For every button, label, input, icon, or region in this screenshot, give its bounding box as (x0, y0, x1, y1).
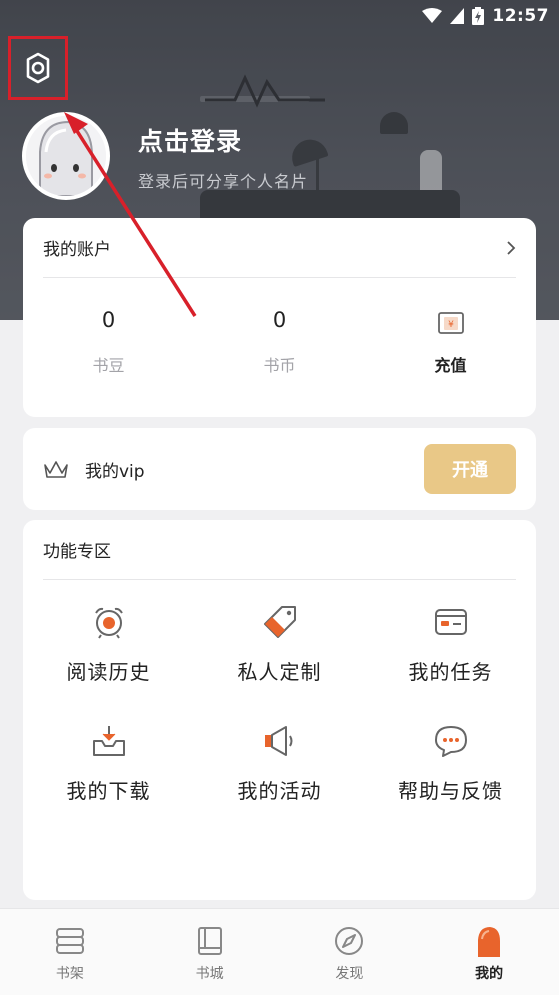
feature-label: 帮助与反馈 (398, 779, 503, 803)
signal-icon (450, 8, 465, 24)
stat-value: 0 (101, 308, 116, 332)
wallet-icon (434, 609, 467, 635)
features-title: 功能专区 (43, 542, 111, 562)
tag-icon (263, 606, 296, 638)
nav-discover[interactable]: 发现 (280, 909, 420, 995)
alarm-clock-icon (94, 607, 123, 639)
ghost-icon (478, 927, 501, 957)
feature-activities[interactable]: 我的活动 (194, 721, 365, 804)
recharge-icon: ¥ (437, 312, 464, 334)
feature-label: 阅读历史 (66, 660, 151, 684)
open-vip-button[interactable]: 开通 (424, 444, 516, 494)
avatar[interactable] (22, 112, 110, 200)
download-tray-icon (92, 726, 125, 756)
stat-shudou[interactable]: 0 书豆 (23, 308, 194, 376)
wifi-icon (422, 8, 443, 23)
feature-custom[interactable]: 私人定制 (194, 602, 365, 685)
stat-label: 书豆 (92, 356, 125, 375)
status-bar: 12:57 (0, 0, 559, 32)
chat-bubble-icon (434, 726, 467, 757)
gear-icon (26, 52, 50, 84)
feature-downloads[interactable]: 我的下载 (23, 721, 194, 804)
recharge-button[interactable]: ¥ 充值 (365, 308, 536, 376)
crown-icon (44, 461, 68, 478)
nav-mine[interactable]: 我的 (419, 909, 559, 995)
login-subtitle: 登录后可分享个人名片 (138, 172, 309, 191)
ghost-avatar-icon (26, 116, 106, 196)
features-card: 功能专区 阅读历史 私人定制 我的任务 我的下载 我的活动 帮助与反馈 (23, 520, 536, 900)
nav-label: 书城 (195, 966, 224, 982)
vip-card: 我的vip 开通 (23, 428, 536, 510)
bookshelf-icon (55, 928, 84, 954)
megaphone-icon (264, 726, 292, 756)
vip-label: 我的vip (85, 461, 145, 482)
compass-icon (335, 927, 364, 955)
chevron-right-icon (507, 240, 516, 255)
nav-label: 书架 (55, 966, 84, 982)
nav-bookstore[interactable]: 书城 (140, 909, 280, 995)
nav-bookshelf[interactable]: 书架 (0, 909, 140, 995)
feature-tasks[interactable]: 我的任务 (365, 602, 536, 685)
book-icon (197, 927, 222, 955)
feature-label: 我的活动 (237, 779, 322, 803)
login-link[interactable]: 点击登录 (138, 122, 242, 158)
stat-label: 书币 (263, 356, 296, 375)
stat-label: 充值 (434, 356, 467, 375)
account-title: 我的账户 (43, 240, 111, 260)
feature-label: 私人定制 (237, 660, 322, 684)
clock: 12:57 (492, 6, 549, 26)
nav-label: 发现 (335, 966, 364, 982)
stat-shubi[interactable]: 0 书币 (194, 308, 365, 376)
bottom-nav: 书架 书城 发现 我的 (0, 908, 559, 995)
nav-label: 我的 (475, 966, 504, 982)
battery-icon (472, 7, 485, 25)
account-header[interactable]: 我的账户 (43, 218, 516, 278)
account-card: 我的账户 0 书豆 0 书币 ¥ 充值 (23, 218, 536, 417)
feature-reading-history[interactable]: 阅读历史 (23, 602, 194, 685)
stat-value: 0 (272, 308, 287, 332)
svg-text:¥: ¥ (448, 320, 454, 330)
settings-button[interactable] (8, 36, 68, 100)
feature-help-feedback[interactable]: 帮助与反馈 (365, 721, 536, 804)
feature-label: 我的任务 (408, 660, 493, 684)
feature-label: 我的下载 (66, 779, 151, 803)
